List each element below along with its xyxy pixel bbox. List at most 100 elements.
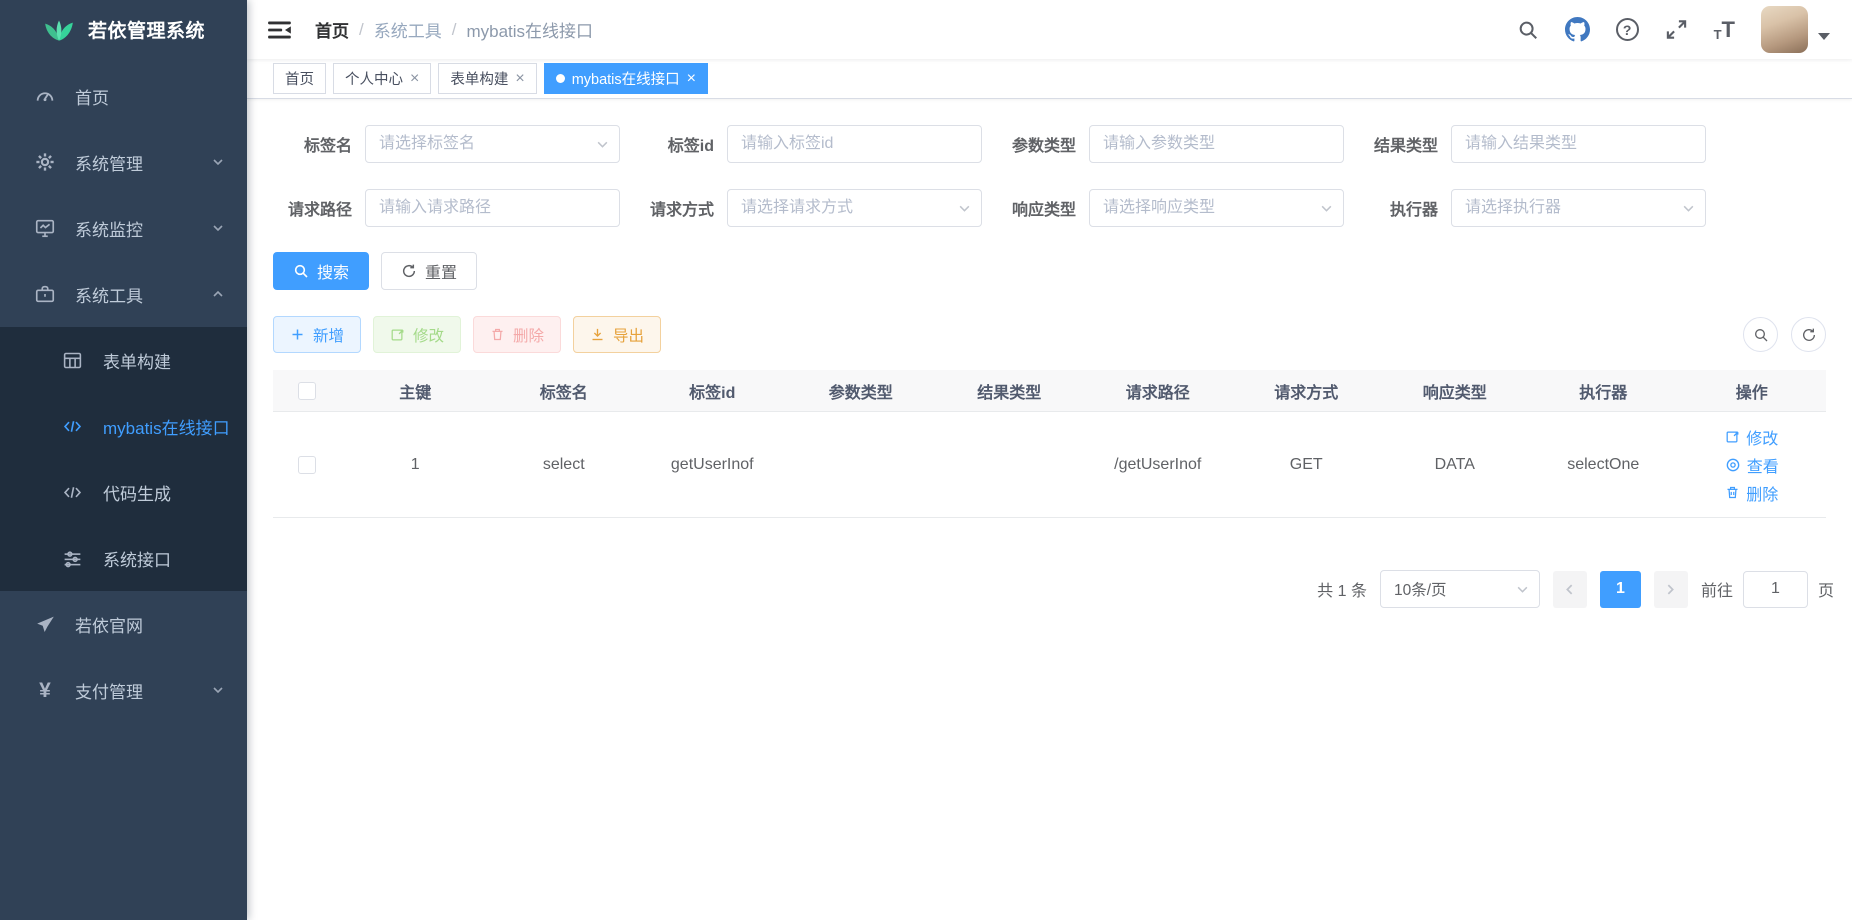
goto-page-input[interactable] — [1743, 571, 1808, 608]
close-icon[interactable]: × — [515, 71, 524, 87]
tab-label: 首页 — [285, 68, 314, 89]
monitor-icon — [32, 215, 58, 241]
cell-tag-name: select — [490, 456, 639, 474]
header-operations: 操作 — [1678, 379, 1827, 403]
request-path-input[interactable] — [365, 189, 620, 227]
breadcrumb-current: mybatis在线接口 — [466, 17, 593, 42]
tab-profile[interactable]: 个人中心 × — [333, 63, 431, 94]
select-all-checkbox[interactable] — [298, 382, 316, 400]
page-size-select[interactable] — [1380, 570, 1540, 608]
search-actions: 搜索 重置 — [273, 252, 1826, 290]
sidebar-item-label: 系统工具 — [75, 282, 143, 307]
sidebar-item-home[interactable]: 首页 — [0, 63, 247, 129]
response-type-select-input[interactable] — [1089, 189, 1344, 227]
sidebar-item-code-gen[interactable]: 代码生成 — [0, 459, 247, 525]
filter-label: 执行器 — [1359, 196, 1451, 220]
next-page-button[interactable] — [1654, 571, 1688, 608]
data-table: 主键 标签名 标签id 参数类型 结果类型 请求路径 请求方式 响应类型 执行器… — [273, 370, 1826, 518]
github-icon[interactable] — [1565, 17, 1590, 42]
tab-form-builder[interactable]: 表单构建 × — [438, 63, 536, 94]
help-icon[interactable]: ? — [1616, 18, 1639, 41]
response-type-select[interactable] — [1089, 189, 1344, 227]
header-tag-name: 标签名 — [490, 379, 639, 403]
sidebar-item-label: 系统管理 — [75, 150, 143, 175]
yen-icon: ¥ — [32, 677, 58, 703]
sidebar-item-system-api[interactable]: 系统接口 — [0, 525, 247, 591]
result-type-input-wrap — [1451, 125, 1706, 163]
row-checkbox[interactable] — [298, 456, 316, 474]
sidebar-item-system-tools[interactable]: 系统工具 — [0, 261, 247, 327]
result-type-input[interactable] — [1451, 125, 1706, 163]
breadcrumb: 首页 / 系统工具 / mybatis在线接口 — [315, 17, 593, 42]
code-icon — [59, 479, 85, 505]
tag-name-select[interactable] — [365, 125, 620, 163]
request-method-select[interactable] — [727, 189, 982, 227]
sidebar-item-official-site[interactable]: 若依官网 — [0, 591, 247, 657]
tab-mybatis-api[interactable]: mybatis在线接口 × — [544, 63, 708, 94]
edit-button[interactable]: 修改 — [373, 316, 461, 353]
export-button[interactable]: 导出 — [573, 316, 661, 353]
sidebar-item-system-manage[interactable]: 系统管理 — [0, 129, 247, 195]
page-number-button[interactable]: 1 — [1600, 571, 1641, 608]
prev-page-button[interactable] — [1553, 571, 1587, 608]
cell-method: GET — [1232, 456, 1381, 474]
request-method-select-input[interactable] — [727, 189, 982, 227]
row-delete-link[interactable]: 删除 — [1725, 481, 1778, 505]
pagination-total: 共 1 条 — [1317, 577, 1367, 601]
executor-select-input[interactable] — [1451, 189, 1706, 227]
fullscreen-icon[interactable] — [1665, 18, 1688, 41]
filter-label: 结果类型 — [1359, 132, 1451, 156]
goto-label: 前往 — [1701, 577, 1733, 601]
executor-select[interactable] — [1451, 189, 1706, 227]
close-icon[interactable]: × — [410, 71, 419, 87]
filter-label: 标签名 — [273, 132, 365, 156]
logo[interactable]: 若依管理系统 — [0, 0, 247, 59]
toggle-search-button[interactable] — [1743, 317, 1778, 352]
header-method: 请求方式 — [1232, 379, 1381, 403]
sidebar-collapse-icon[interactable] — [267, 17, 293, 43]
app-root: 若依管理系统 首页 — [0, 0, 1852, 920]
filter-response-type: 响应类型 — [997, 189, 1357, 227]
trash-icon — [1725, 485, 1740, 500]
tag-name-select-input[interactable] — [365, 125, 620, 163]
param-type-input[interactable] — [1089, 125, 1344, 163]
param-type-input-wrap — [1089, 125, 1344, 163]
breadcrumb-home[interactable]: 首页 — [315, 17, 349, 42]
sidebar-item-system-monitor[interactable]: 系统监控 — [0, 195, 247, 261]
header-path: 请求路径 — [1084, 379, 1233, 403]
table-header-row: 主键 标签名 标签id 参数类型 结果类型 请求路径 请求方式 响应类型 执行器… — [273, 370, 1826, 412]
cell-executor: selectOne — [1529, 456, 1678, 474]
sidebar-item-form-builder[interactable]: 表单构建 — [0, 327, 247, 393]
cell-operations: 修改 查看 — [1678, 425, 1827, 505]
delete-button[interactable]: 删除 — [473, 316, 561, 353]
sidebar-item-mybatis-api[interactable]: mybatis在线接口 — [0, 393, 247, 459]
add-button[interactable]: 新增 — [273, 316, 361, 353]
filter-executor: 执行器 — [1359, 189, 1719, 227]
user-menu[interactable] — [1761, 6, 1830, 53]
close-icon[interactable]: × — [687, 71, 696, 87]
tag-id-input[interactable] — [727, 125, 982, 163]
tab-home[interactable]: 首页 — [273, 63, 326, 94]
row-edit-link[interactable]: 修改 — [1725, 425, 1778, 449]
sidebar: 若依管理系统 首页 — [0, 0, 247, 920]
font-size-icon[interactable]: TT — [1714, 19, 1735, 41]
sidebar-item-label: mybatis在线接口 — [103, 414, 230, 439]
sidebar-item-payment-manage[interactable]: ¥ 支付管理 — [0, 657, 247, 723]
download-icon — [590, 327, 605, 342]
header-search-icon[interactable] — [1517, 19, 1539, 41]
pagination: 共 1 条 1 前往 页 — [273, 570, 1834, 608]
sidebar-item-label: 代码生成 — [103, 480, 171, 505]
row-view-link[interactable]: 查看 — [1725, 453, 1779, 477]
goto-page: 前往 页 — [1701, 571, 1834, 608]
filter-tag-name: 标签名 — [273, 125, 633, 163]
sidebar-item-label: 若依官网 — [75, 612, 143, 637]
reset-button[interactable]: 重置 — [381, 252, 477, 290]
refresh-table-button[interactable] — [1791, 317, 1826, 352]
header-executor: 执行器 — [1529, 379, 1678, 403]
avatar[interactable] — [1761, 6, 1808, 53]
search-button[interactable]: 搜索 — [273, 252, 369, 290]
header-param-type: 参数类型 — [787, 379, 936, 403]
row-checkbox-cell — [273, 456, 341, 474]
caret-down-icon — [1818, 33, 1830, 40]
header-tag-id: 标签id — [638, 379, 787, 403]
